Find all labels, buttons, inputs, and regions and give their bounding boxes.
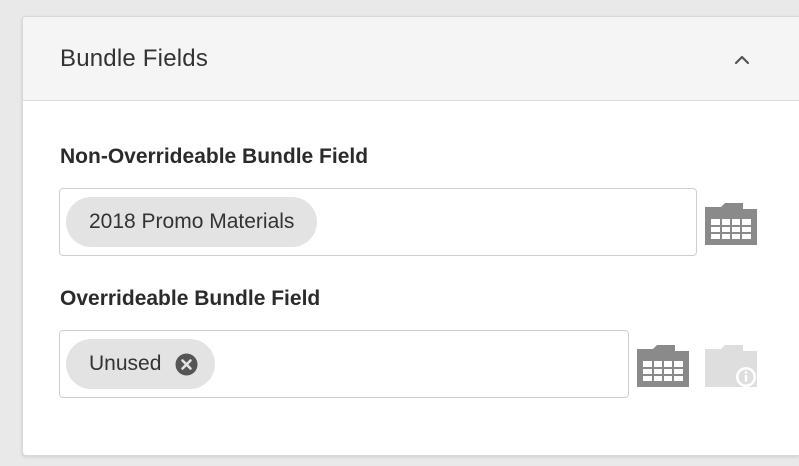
overrideable-picker-button[interactable] [635, 341, 691, 389]
chip-label: Unused [89, 352, 162, 375]
non-overrideable-picker-button[interactable] [703, 199, 759, 247]
panel-title: Bundle Fields [60, 45, 209, 72]
folder-grid-icon [637, 345, 689, 387]
overrideable-label: Overrideable Bundle Field [60, 287, 321, 310]
remove-circle-icon [175, 353, 198, 375]
overrideable-field[interactable]: Unused [59, 330, 629, 398]
overrideable-info-button[interactable] [703, 341, 759, 389]
selected-bundle-chip[interactable]: Unused [66, 339, 216, 389]
chip-remove-button[interactable] [175, 353, 198, 376]
chip-label: 2018 Promo Materials [89, 210, 295, 233]
non-overrideable-field[interactable]: 2018 Promo Materials [59, 188, 697, 256]
panel-header[interactable]: Bundle Fields [23, 17, 799, 101]
bundle-fields-panel: Bundle Fields Non-Overrideable Bundle Fi… [22, 16, 799, 456]
collapse-button[interactable] [727, 45, 757, 75]
selected-bundle-chip[interactable]: 2018 Promo Materials [66, 197, 318, 247]
folder-info-icon [705, 345, 757, 387]
non-overrideable-label: Non-Overrideable Bundle Field [60, 145, 369, 168]
folder-grid-icon [705, 203, 757, 245]
chevron-up-icon [734, 55, 750, 65]
